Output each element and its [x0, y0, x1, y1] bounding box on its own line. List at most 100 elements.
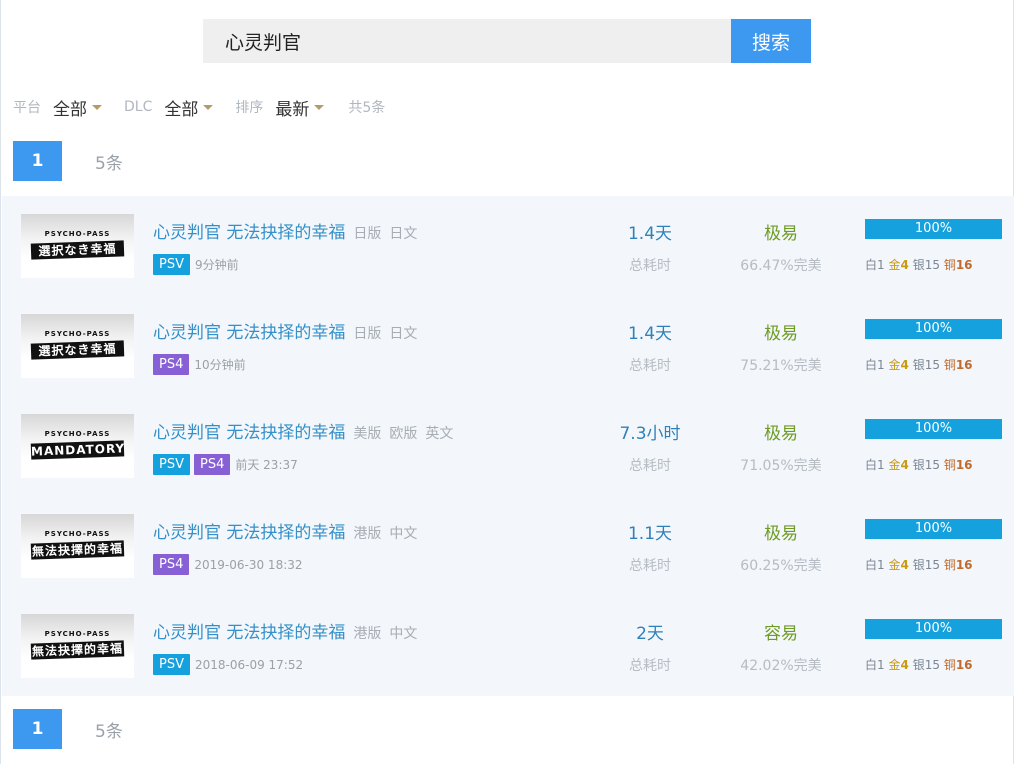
- platform-filter-dropdown[interactable]: 全部: [53, 95, 102, 120]
- region-tag: 日版: [353, 326, 382, 342]
- completion-progress-bar: 100%: [865, 619, 1002, 639]
- bronze-trophy-count: 16: [955, 258, 973, 272]
- game-cover-image[interactable]: PSYCHO-PASS 無法抉擇的幸福: [21, 514, 134, 578]
- platinum-trophy-count: 1: [877, 558, 885, 572]
- region-tag: 中文: [389, 526, 418, 542]
- bronze-trophy-label: 铜: [943, 458, 956, 472]
- difficulty-stat: 极易 75.21%完美: [711, 296, 851, 375]
- difficulty-value: 极易: [764, 524, 798, 544]
- difficulty-stat: 容易 42.02%完美: [711, 596, 851, 675]
- region-tag: 欧版: [389, 426, 418, 442]
- duration-value: 1.4天: [627, 324, 673, 344]
- difficulty-value: 极易: [764, 224, 798, 244]
- duration-stat: 2天 总耗时: [580, 596, 720, 675]
- silver-trophy-label: 银: [912, 258, 925, 272]
- bronze-trophy-label: 铜: [943, 358, 956, 372]
- platinum-trophy-label: 白: [865, 258, 878, 272]
- platinum-trophy-label: 白: [865, 558, 878, 572]
- duration-label: 总耗时: [629, 558, 671, 574]
- pagination-bottom: 1 5条: [13, 709, 123, 749]
- game-row[interactable]: PSYCHO-PASS MANDATORY 心灵判官 无法抉择的幸福 美版 欧版 英文…: [2, 396, 1014, 496]
- cover-subtitle-text: 選択なき幸福: [30, 340, 125, 360]
- game-row[interactable]: PSYCHO-PASS 選択なき幸福 心灵判官 无法抉择的幸福 日版 日文 PSV 9…: [2, 196, 1014, 296]
- game-title-link[interactable]: 心灵判官 无法抉择的幸福 日版 日文: [153, 318, 417, 343]
- sync-time: 前天 23:37: [235, 458, 298, 472]
- cover-logo-text: PSYCHO-PASS: [44, 330, 111, 338]
- region-tag: 港版: [353, 526, 382, 542]
- sort-filter-label: 排序: [235, 100, 264, 116]
- game-title: 心灵判官 无法抉择的幸福: [153, 523, 346, 543]
- perfect-rate: 60.25%完美: [740, 558, 822, 574]
- game-title-link[interactable]: 心灵判官 无法抉择的幸福 美版 欧版 英文: [153, 418, 453, 443]
- trophy-counts: 白1 金4 银15 铜16: [865, 556, 973, 573]
- game-cover-image[interactable]: PSYCHO-PASS MANDATORY: [21, 414, 134, 478]
- game-title-link[interactable]: 心灵判官 无法抉择的幸福 港版 中文: [153, 618, 417, 643]
- bronze-trophy-label: 铜: [943, 658, 956, 672]
- platform-filter-label: 平台: [13, 100, 41, 116]
- silver-trophy-count: 15: [924, 658, 940, 672]
- gold-trophy-count: 4: [900, 558, 909, 572]
- trophy-counts: 白1 金4 银15 铜16: [865, 656, 973, 673]
- game-title: 心灵判官 无法抉择的幸福: [153, 423, 346, 443]
- duration-value: 1.1天: [627, 524, 673, 544]
- game-row[interactable]: PSYCHO-PASS 選択なき幸福 心灵判官 无法抉择的幸福 日版 日文 PS4 1…: [2, 296, 1014, 396]
- filter-bar: 平台 全部 DLC 全部 排序 最新 共5条: [13, 94, 385, 120]
- game-row[interactable]: PSYCHO-PASS 無法抉擇的幸福 心灵判官 无法抉择的幸福 港版 中文 PS4…: [2, 496, 1014, 596]
- platform-badge: PS4: [193, 454, 231, 475]
- gold-trophy-label: 金: [888, 458, 901, 472]
- page-button-1[interactable]: 1: [13, 709, 62, 749]
- platinum-trophy-count: 1: [877, 458, 885, 472]
- trophy-counts: 白1 金4 银15 铜16: [865, 256, 973, 273]
- game-title: 心灵判官 无法抉择的幸福: [153, 623, 346, 643]
- caret-down-icon: [314, 104, 325, 110]
- perfect-rate: 42.02%完美: [740, 658, 822, 674]
- game-cover-image[interactable]: PSYCHO-PASS 無法抉擇的幸福: [21, 614, 134, 678]
- page-button-1[interactable]: 1: [13, 141, 62, 181]
- platform-badge: PS4: [153, 554, 190, 575]
- completion-progress-bar: 100%: [865, 219, 1002, 239]
- silver-trophy-count: 15: [924, 258, 940, 272]
- page-count: 5条: [95, 721, 123, 742]
- bronze-trophy-count: 16: [955, 458, 973, 472]
- trophy-counts: 白1 金4 银15 铜16: [865, 356, 973, 373]
- game-cover-image[interactable]: PSYCHO-PASS 選択なき幸福: [21, 314, 134, 378]
- sync-time: 2018-06-09 17:52: [194, 657, 304, 672]
- difficulty-stat: 极易 71.05%完美: [711, 396, 851, 475]
- perfect-rate: 75.21%完美: [740, 358, 822, 374]
- gold-trophy-count: 4: [900, 458, 909, 472]
- game-title-link[interactable]: 心灵判官 无法抉择的幸福 港版 中文: [153, 518, 417, 543]
- sort-filter-value: 最新: [275, 99, 310, 120]
- sort-filter-dropdown[interactable]: 最新: [275, 95, 325, 120]
- platform-badge: PS4: [153, 354, 190, 375]
- game-meta: PS4 2019-06-30 18:32: [153, 554, 303, 575]
- duration-label: 总耗时: [629, 258, 671, 274]
- game-cover-image[interactable]: PSYCHO-PASS 選択なき幸福: [21, 214, 134, 278]
- bronze-trophy-count: 16: [955, 658, 973, 672]
- bronze-trophy-count: 16: [955, 558, 973, 572]
- platinum-trophy-count: 1: [877, 358, 885, 372]
- sync-time: 2019-06-30 18:32: [194, 557, 303, 572]
- completion-progress-bar: 100%: [865, 519, 1002, 539]
- dlc-filter-label: DLC: [124, 99, 153, 115]
- bronze-trophy-label: 铜: [943, 258, 956, 272]
- dlc-filter-dropdown[interactable]: 全部: [164, 95, 214, 120]
- difficulty-value: 极易: [764, 424, 798, 444]
- game-title-link[interactable]: 心灵判官 无法抉择的幸福 日版 日文: [153, 218, 417, 243]
- platform-filter-value: 全部: [53, 99, 87, 120]
- bronze-trophy-label: 铜: [943, 558, 956, 572]
- game-row[interactable]: PSYCHO-PASS 無法抉擇的幸福 心灵判官 无法抉择的幸福 港版 中文 PSV…: [2, 596, 1014, 696]
- search-bar: 搜索: [203, 19, 811, 63]
- difficulty-value: 容易: [764, 624, 798, 644]
- search-button[interactable]: 搜索: [731, 19, 811, 63]
- silver-trophy-label: 银: [912, 558, 925, 572]
- duration-value: 1.4天: [627, 224, 673, 244]
- silver-trophy-count: 15: [924, 458, 940, 472]
- search-input[interactable]: [203, 19, 731, 63]
- cover-logo-text: PSYCHO-PASS: [44, 230, 111, 238]
- game-meta: PSV PS4 前天 23:37: [153, 454, 298, 475]
- pagination-top: 1 5条: [13, 141, 123, 181]
- duration-value: 2天: [636, 624, 664, 644]
- silver-trophy-label: 银: [912, 458, 925, 472]
- duration-stat: 1.4天 总耗时: [580, 196, 720, 275]
- cover-logo-text: PSYCHO-PASS: [44, 630, 111, 638]
